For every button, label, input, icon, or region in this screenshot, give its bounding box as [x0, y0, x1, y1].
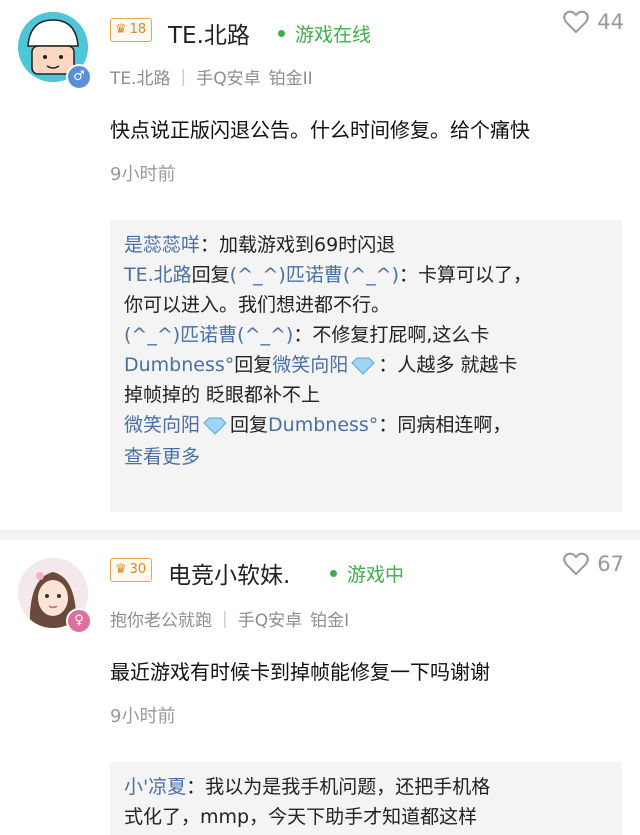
- user-meta: 抱你老公就跑 | 手Q安卓 铂金I: [110, 606, 350, 632]
- reply-item[interactable]: 是蕊蕊咩：加载游戏到69时闪退: [124, 230, 608, 260]
- level-badge: ♛ 18: [110, 18, 153, 42]
- reply-author[interactable]: 小'凉夏: [124, 776, 186, 798]
- reply-continuation: 式化了，mmp，今天下助手才知道都这样: [124, 802, 608, 832]
- status-label: 游戏中: [347, 564, 405, 586]
- reply-author[interactable]: 微笑向阳: [124, 414, 200, 436]
- meta-rank: 铂金I: [310, 611, 350, 631]
- like-count: 67: [597, 552, 624, 576]
- like-button[interactable]: 67: [563, 552, 624, 576]
- reply-item[interactable]: TE.北路回复(^_^)匹诺曹(^_^)：卡算可以了，: [124, 260, 608, 290]
- reply-author[interactable]: 是蕊蕊咩: [124, 234, 200, 256]
- like-button[interactable]: 44: [563, 10, 624, 34]
- user-meta: TE.北路 | 手Q安卓 铂金II: [110, 64, 313, 90]
- reply-text: 式化了，mmp，今天下助手才知道都这样: [124, 806, 478, 828]
- level-number: 18: [129, 22, 147, 37]
- diamond-badge-icon: [351, 357, 376, 375]
- heart-icon: [563, 552, 590, 576]
- reply-text: ：加载游戏到69时闪退: [200, 234, 396, 256]
- reply-text: ：卡算可以了，: [399, 264, 533, 286]
- gender-female-icon: ♀: [66, 608, 92, 634]
- online-dot-icon: [278, 30, 285, 37]
- reply-text: ：同病相连啊，: [378, 414, 512, 436]
- reply-item[interactable]: (^_^)匹诺曹(^_^)：不修复打屁啊,这么卡: [124, 320, 608, 350]
- reply-target[interactable]: Dumbness°: [268, 414, 378, 436]
- level-badge: ♛ 30: [110, 558, 153, 582]
- status-online: 游戏在线: [278, 20, 371, 47]
- post-1: ♂ ♛ 18 TE.北路 游戏在线 44 TE.北路 | 手Q安卓 铂金II 快…: [0, 0, 640, 520]
- online-dot-icon: [330, 570, 337, 577]
- diamond-badge-icon: [203, 417, 227, 435]
- reply-target[interactable]: (^_^)匹诺曹(^_^): [230, 264, 399, 286]
- reply-target[interactable]: 微笑向阳: [272, 354, 348, 376]
- status-in-game: 游戏中: [330, 560, 404, 587]
- reply-continuation: 你可以进入。我们想进都不行。: [124, 290, 608, 320]
- post-content: 快点说正版闪退公告。什么时间修复。给个痛快: [110, 118, 530, 142]
- meta-name: 抱你老公就跑: [110, 611, 212, 631]
- username[interactable]: 电竞小软妹.: [168, 556, 290, 590]
- reply-text: ：人越多 就越卡: [378, 354, 518, 376]
- reply-box: 是蕊蕊咩：加载游戏到69时闪退 TE.北路回复(^_^)匹诺曹(^_^)：卡算可…: [110, 220, 622, 512]
- heart-icon: [563, 10, 590, 34]
- meta-name: TE.北路: [110, 69, 171, 89]
- post-time: 9小时前: [110, 706, 176, 727]
- post-divider: [0, 530, 640, 540]
- post-2: ♀ ♛ 30 电竞小软妹. 游戏中 67 抱你老公就跑 | 手Q安卓 铂金I 最…: [0, 540, 640, 835]
- reply-author[interactable]: (^_^)匹诺曹(^_^): [124, 324, 293, 346]
- reply-continuation: 掉帧掉的 眨眼都补不上: [124, 380, 608, 410]
- reply-connector: 回复: [230, 414, 269, 436]
- reply-author[interactable]: Dumbness°: [124, 354, 234, 376]
- post-time: 9小时前: [110, 164, 176, 185]
- meta-device: 手Q安卓: [237, 611, 303, 631]
- reply-item[interactable]: Dumbness°回复微笑向阳 ：人越多 就越卡: [124, 350, 608, 380]
- divider-bar: |: [222, 608, 228, 629]
- view-more-link[interactable]: 查看更多: [124, 440, 608, 474]
- username[interactable]: TE.北路: [168, 16, 250, 50]
- reply-connector: 回复: [191, 264, 230, 286]
- reply-item[interactable]: 小'凉夏：我以为是我手机问题，还把手机格: [124, 772, 608, 802]
- reply-text: ：我以为是我手机问题，还把手机格: [186, 776, 491, 798]
- reply-box: 小'凉夏：我以为是我手机问题，还把手机格 式化了，mmp，今天下助手才知道都这样: [110, 762, 622, 835]
- crown-icon: ♛: [115, 562, 127, 577]
- meta-device: 手Q安卓: [196, 69, 261, 89]
- reply-connector: 回复: [234, 354, 273, 376]
- gender-male-icon: ♂: [66, 64, 92, 90]
- reply-text: 掉帧掉的 眨眼都补不上: [124, 384, 321, 406]
- reply-text: ：不修复打屁啊,这么卡: [293, 324, 490, 346]
- meta-rank: 铂金II: [268, 69, 313, 89]
- reply-item[interactable]: 微笑向阳 回复Dumbness°：同病相连啊，: [124, 410, 608, 440]
- reply-author[interactable]: TE.北路: [124, 264, 192, 286]
- crown-icon: ♛: [115, 22, 127, 37]
- like-count: 44: [597, 10, 624, 34]
- post-content: 最近游戏有时候卡到掉帧能修复一下吗谢谢: [110, 660, 490, 684]
- reply-text: 你可以进入。我们想进都不行。: [124, 294, 391, 316]
- divider-bar: |: [180, 66, 187, 87]
- status-label: 游戏在线: [295, 24, 372, 46]
- level-number: 30: [129, 562, 147, 577]
